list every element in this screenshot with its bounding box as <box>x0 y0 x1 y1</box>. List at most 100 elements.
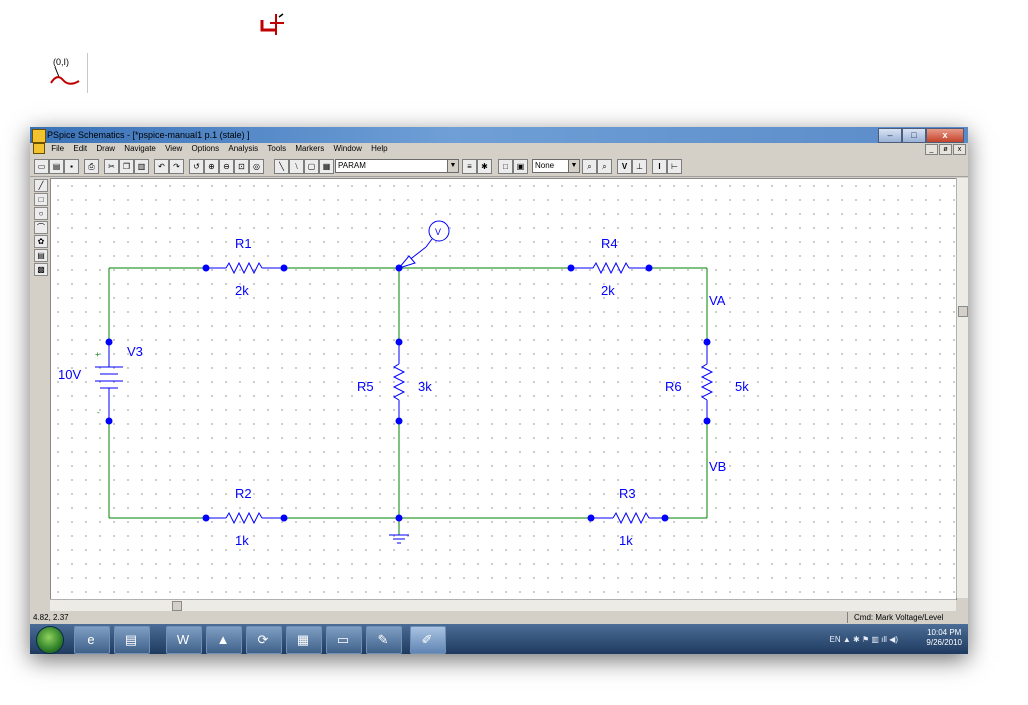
setup-analysis-icon[interactable]: □ <box>498 159 513 174</box>
taskbar-word-button[interactable]: W <box>166 626 202 654</box>
title-bar[interactable]: PSpice Schematics - [*pspice-manual1 p.1… <box>30 127 968 143</box>
draw-wire-icon[interactable]: ╲ <box>274 159 289 174</box>
new-file-icon[interactable]: ▭ <box>34 159 49 174</box>
r1-value-label[interactable]: 2k <box>235 283 249 298</box>
pin[interactable] <box>587 514 595 522</box>
paste-icon[interactable]: ▥ <box>134 159 149 174</box>
signal-icon[interactable]: ıll <box>881 635 887 644</box>
r3-ref-label[interactable]: R3 <box>619 486 636 501</box>
r1-ref-label[interactable]: R1 <box>235 236 252 251</box>
print-icon[interactable]: ⎙ <box>84 159 99 174</box>
clock[interactable]: 10:04 PM 9/26/2010 <box>926 628 962 648</box>
menu-file[interactable]: File <box>51 143 64 155</box>
pin[interactable] <box>395 514 403 522</box>
zoom-out-icon[interactable]: ⊖ <box>219 159 234 174</box>
r3-value-label[interactable]: 1k <box>619 533 633 548</box>
menu-analysis[interactable]: Analysis <box>228 143 258 155</box>
picture-tool-icon[interactable]: ▩ <box>34 263 48 276</box>
draw-bus-icon[interactable]: ⧵ <box>289 159 304 174</box>
horizontal-scrollbar-thumb[interactable] <box>172 601 182 611</box>
voltage-probe-marker[interactable] <box>397 220 450 269</box>
simulate-icon[interactable]: ▣ <box>513 159 528 174</box>
v3-ref-label[interactable]: V3 <box>127 344 143 359</box>
taskbar-pspice-button[interactable]: ✐ <box>410 626 446 654</box>
pin[interactable] <box>202 514 210 522</box>
menu-draw[interactable]: Draw <box>96 143 115 155</box>
v3-value-label[interactable]: 10V <box>58 367 81 382</box>
zoom-area-icon[interactable]: ⊡ <box>234 159 249 174</box>
menu-view[interactable]: View <box>165 143 182 155</box>
resistor-r3[interactable] <box>591 511 665 525</box>
taskbar-sync-button[interactable]: ⟳ <box>246 626 282 654</box>
menu-edit[interactable]: Edit <box>73 143 87 155</box>
menu-tools[interactable]: Tools <box>267 143 286 155</box>
save-icon[interactable]: ▪ <box>64 159 79 174</box>
voltage-marker-button[interactable]: ⊥ <box>632 159 647 174</box>
pin[interactable] <box>661 514 669 522</box>
textbox-tool-icon[interactable]: ▤ <box>34 249 48 262</box>
start-button[interactable] <box>36 626 64 654</box>
resistor-r2[interactable] <box>206 511 284 525</box>
pin[interactable] <box>202 264 210 272</box>
r6-value-label[interactable]: 5k <box>735 379 749 394</box>
mdi-close-button[interactable]: x <box>953 144 966 155</box>
draw-block-icon[interactable]: ▢ <box>304 159 319 174</box>
voltage-display-button[interactable]: V <box>617 159 632 174</box>
resistor-r6[interactable] <box>700 342 714 421</box>
pin[interactable] <box>280 264 288 272</box>
vertical-scrollbar[interactable] <box>956 178 968 598</box>
r4-value-label[interactable]: 2k <box>601 283 615 298</box>
taskbar-ie-button[interactable]: e <box>74 626 110 654</box>
r2-value-label[interactable]: 1k <box>235 533 249 548</box>
menu-help[interactable]: Help <box>371 143 387 155</box>
taskbar-calendar-button[interactable]: ▦ <box>286 626 322 654</box>
pin[interactable] <box>703 417 711 425</box>
pin[interactable] <box>280 514 288 522</box>
schematic-drawing[interactable]: R1 2k R4 2k R5 3k R6 5k R2 1k R3 1k V3 1… <box>51 179 956 599</box>
resistor-r1[interactable] <box>206 261 284 275</box>
text-tool-icon[interactable]: ✿ <box>34 235 48 248</box>
ground-symbol[interactable] <box>389 534 409 544</box>
get-part-icon[interactable]: ▦ <box>319 159 334 174</box>
menu-window[interactable]: Window <box>333 143 361 155</box>
taskbar-explorer-button[interactable]: ▤ <box>114 626 150 654</box>
pin[interactable] <box>645 264 653 272</box>
mdi-minimize-button[interactable]: _ <box>925 144 938 155</box>
volume-icon[interactable]: ◀) <box>889 635 898 644</box>
pin[interactable] <box>395 417 403 425</box>
minimize-button[interactable]: – <box>878 128 902 143</box>
document-icon[interactable] <box>33 143 45 155</box>
undo-icon[interactable]: ↶ <box>154 159 169 174</box>
pin[interactable] <box>105 338 113 346</box>
chevron-down-icon[interactable]: ▼ <box>447 160 458 172</box>
redraw-icon[interactable]: ↺ <box>189 159 204 174</box>
show-bias-icon[interactable]: ⌕ <box>597 159 612 174</box>
pin[interactable] <box>395 338 403 346</box>
edit-symbol-icon[interactable]: ✱ <box>477 159 492 174</box>
r4-ref-label[interactable]: R4 <box>601 236 618 251</box>
mdi-restore-button[interactable]: ø <box>939 144 952 155</box>
system-tray[interactable]: EN ▲ ✱ ⚑ ▥ ıll ◀) <box>830 635 899 644</box>
r5-value-label[interactable]: 3k <box>418 379 432 394</box>
taskbar-media-button[interactable]: ▭ <box>326 626 362 654</box>
display-combo[interactable]: None ▼ <box>532 159 580 173</box>
node-label-vb[interactable]: VB <box>709 459 726 474</box>
pin[interactable] <box>703 338 711 346</box>
schematic-canvas[interactable]: R1 2k R4 2k R5 3k R6 5k R2 1k R3 1k V3 1… <box>50 178 957 600</box>
redo-icon[interactable]: ↷ <box>169 159 184 174</box>
menu-navigate[interactable]: Navigate <box>124 143 156 155</box>
pin[interactable] <box>105 417 113 425</box>
menu-markers[interactable]: Markers <box>295 143 324 155</box>
r6-ref-label[interactable]: R6 <box>665 379 682 394</box>
node-label-va[interactable]: VA <box>709 293 726 308</box>
chevron-down-icon[interactable]: ▼ <box>568 160 579 172</box>
r5-ref-label[interactable]: R5 <box>357 379 374 394</box>
menu-options[interactable]: Options <box>192 143 220 155</box>
maximize-button[interactable]: □ <box>902 128 926 143</box>
zoom-in-icon[interactable]: ⊕ <box>204 159 219 174</box>
arc-tool-icon[interactable]: ⌒ <box>34 221 48 234</box>
taskbar-acrobat-button[interactable]: ▲ <box>206 626 242 654</box>
pin[interactable] <box>395 264 403 272</box>
tray-expand-icon[interactable]: ▲ <box>843 635 851 644</box>
horizontal-scrollbar[interactable] <box>50 599 956 611</box>
